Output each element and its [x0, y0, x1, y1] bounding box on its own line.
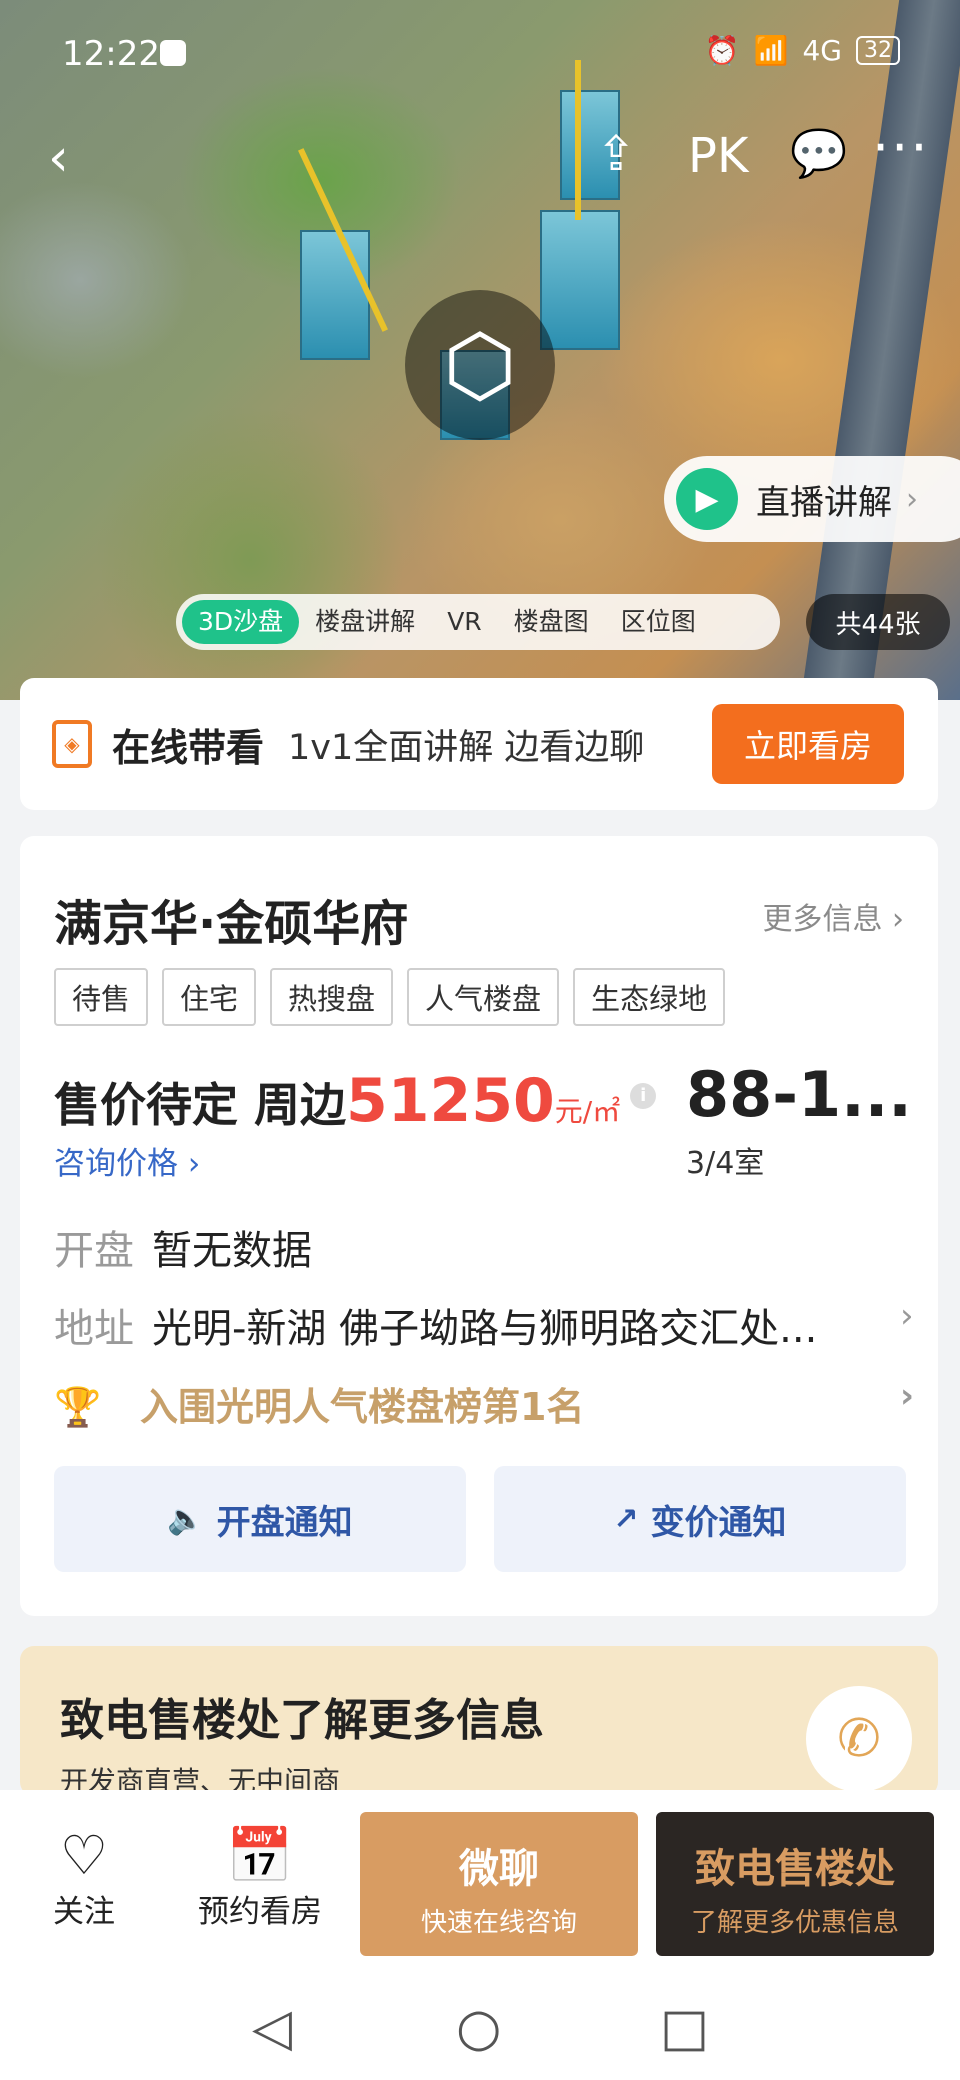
price-value: 51250: [346, 1066, 555, 1136]
sales-office-card[interactable]: 致电售楼处了解更多信息 开发商直营、无中间商 ✆: [20, 1646, 938, 1796]
phone-icon[interactable]: ✆: [806, 1686, 912, 1792]
call-title: 致电售楼处: [695, 1846, 895, 1892]
back-icon[interactable]: ‹: [48, 128, 69, 188]
trend-icon: ↗: [613, 1501, 639, 1537]
price-line: 售价待定 周边51250元/㎡ i: [54, 1066, 657, 1136]
opening-key: 开盘: [54, 1228, 134, 1274]
price-notify-label: 变价通知: [650, 1502, 787, 1543]
chevron-right-icon: ›: [187, 1146, 201, 1182]
tab-vr[interactable]: VR: [431, 600, 497, 644]
more-icon[interactable]: ···: [872, 116, 930, 179]
nav-home-icon[interactable]: ○: [456, 1998, 501, 2058]
top-nav: ‹ ⇪ PK 💬 ···: [0, 116, 960, 190]
tag-list: 待售 住宅 热搜盘 人气楼盘 生态绿地: [54, 968, 726, 1026]
bottom-action-bar: ♡ 关注 📅 预约看房 微聊 快速在线咨询 致电售楼处 了解更多优惠信息: [0, 1790, 960, 1980]
tab-explain[interactable]: 楼盘讲解: [299, 600, 431, 644]
play-icon: ▶: [676, 468, 738, 530]
address-row[interactable]: 地址 光明-新湖 佛子坳路与狮明路交汇处... ›: [54, 1296, 914, 1354]
consult-price-label: 咨询价格: [54, 1146, 178, 1182]
chevron-right-icon: ›: [900, 1296, 914, 1336]
room-types: 3/4室: [686, 1146, 765, 1181]
online-viewing-banner[interactable]: ◈ 在线带看 1v1全面讲解 边看边聊 立即看房: [20, 678, 938, 810]
trophy-icon: 🏆: [54, 1385, 102, 1429]
consult-price-link[interactable]: 咨询价格 ›: [54, 1138, 200, 1183]
wechat-title: 微聊: [459, 1846, 539, 1892]
property-card: 满京华·金硕华府 更多信息 › 待售 住宅 热搜盘 人气楼盘 生态绿地 售价待定…: [20, 836, 938, 1616]
live-label: 直播讲解: [756, 482, 892, 523]
tab-photos[interactable]: 楼盘图: [498, 600, 605, 644]
more-info-link[interactable]: 更多信息 ›: [762, 894, 904, 938]
address-value: 光明-新湖 佛子坳路与狮明路交汇处...: [152, 1306, 818, 1352]
hero-building: [540, 210, 620, 350]
opening-row: 开盘 暂无数据: [54, 1218, 312, 1276]
price-notify-button[interactable]: ↗ 变价通知: [494, 1466, 906, 1572]
system-nav-bar: ◁ ○ □: [0, 1980, 960, 2080]
info-icon[interactable]: i: [630, 1083, 657, 1109]
online-desc: 1v1全面讲解 边看边聊: [288, 727, 645, 768]
book-viewing-button[interactable]: 📅 预约看房: [190, 1826, 330, 1931]
tag: 热搜盘: [270, 968, 394, 1026]
photo-count-badge[interactable]: 共44张: [806, 594, 950, 650]
tag: 住宅: [162, 968, 257, 1026]
tag: 人气楼盘: [407, 968, 560, 1026]
tab-3d-sandbox[interactable]: 3D沙盘: [182, 600, 300, 644]
area-range: 88-1...: [686, 1058, 912, 1131]
online-title: 在线带看: [112, 725, 265, 770]
opening-value: 暂无数据: [152, 1228, 312, 1274]
heart-icon: ♡: [59, 1824, 109, 1887]
status-bar: 12:22 ⏰ 📶 4G 32: [0, 0, 960, 110]
book-label: 预约看房: [198, 1894, 322, 1930]
view-now-button[interactable]: 立即看房: [712, 704, 904, 784]
nav-recent-icon[interactable]: □: [660, 1998, 709, 2058]
status-icons: ⏰ 📶 4G 32: [705, 34, 900, 67]
ranking-row[interactable]: 🏆 入围光明人气楼盘榜第1名 ›: [54, 1376, 934, 1431]
address-key: 地址: [54, 1306, 134, 1352]
shield-icon: [160, 40, 186, 66]
network-label: 4G: [802, 34, 842, 67]
opening-notify-label: 开盘通知: [216, 1502, 353, 1543]
live-explain-button[interactable]: ▶ 直播讲解 ›: [664, 456, 960, 542]
tab-location[interactable]: 区位图: [605, 600, 712, 644]
ranking-label: 入围光明人气楼盘榜第1名: [140, 1385, 585, 1429]
property-name: 满京华·金硕华府: [54, 896, 409, 952]
call-subtitle: 了解更多优惠信息: [690, 1908, 899, 1938]
media-tabs: 3D沙盘 楼盘讲解 VR 楼盘图 区位图: [176, 594, 780, 650]
chevron-right-icon: ›: [900, 1376, 915, 1416]
wechat-subtitle: 快速在线咨询: [420, 1908, 577, 1938]
sales-title: 致电售楼处了解更多信息: [60, 1695, 544, 1746]
opening-notify-button[interactable]: 🔈 开盘通知: [54, 1466, 466, 1572]
price-unit: 元/㎡: [554, 1095, 621, 1128]
share-icon[interactable]: ⇪: [596, 126, 636, 182]
price-prefix: 售价待定 周边: [54, 1078, 347, 1132]
calendar-icon: 📅: [226, 1824, 294, 1887]
speaker-icon: 🔈: [167, 1501, 205, 1537]
tag: 待售: [54, 968, 149, 1026]
call-sales-button[interactable]: 致电售楼处 了解更多优惠信息: [656, 1812, 934, 1956]
tag: 生态绿地: [573, 968, 726, 1026]
chevron-right-icon: ›: [906, 481, 918, 517]
pk-button[interactable]: PK: [688, 128, 748, 184]
follow-label: 关注: [53, 1894, 115, 1930]
more-info-label: 更多信息: [762, 902, 883, 937]
3d-cube-icon[interactable]: ⬡: [405, 290, 555, 440]
chevron-right-icon: ›: [892, 902, 904, 937]
battery-icon: 32: [856, 36, 900, 65]
alarm-icon: ⏰: [704, 34, 740, 67]
message-icon[interactable]: 💬: [790, 126, 847, 181]
status-time: 12:22: [62, 34, 160, 74]
hero-building: [300, 230, 370, 360]
wifi-icon: 📶: [753, 34, 789, 67]
follow-button[interactable]: ♡ 关注: [44, 1826, 124, 1931]
wechat-button[interactable]: 微聊 快速在线咨询: [360, 1812, 638, 1956]
phone-video-icon: ◈: [52, 720, 92, 768]
nav-back-icon[interactable]: ◁: [252, 1998, 292, 2058]
